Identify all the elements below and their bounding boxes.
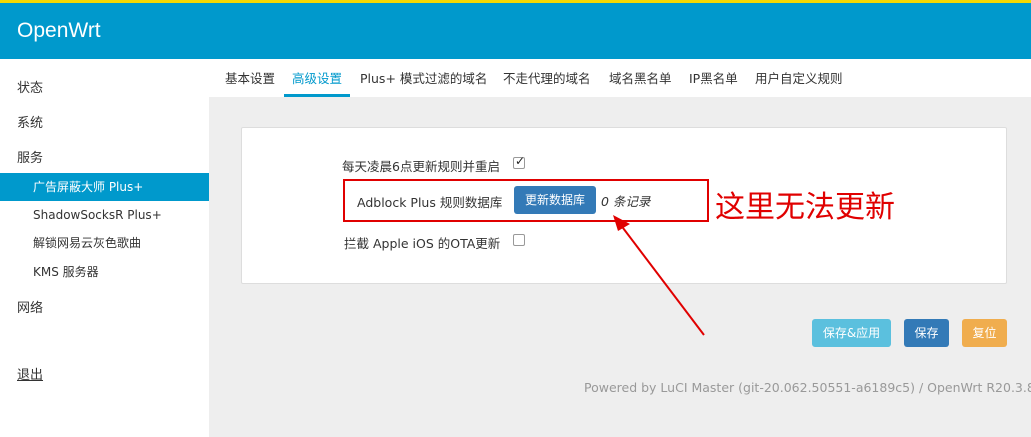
reset-button[interactable]: 复位	[962, 319, 1007, 347]
save-apply-button[interactable]: 保存&应用	[812, 319, 891, 347]
annotation-arrow-icon	[613, 215, 705, 336]
save-button[interactable]: 保存	[904, 319, 949, 347]
footer-text: Powered by LuCI Master (git-20.062.50551…	[584, 380, 1031, 395]
